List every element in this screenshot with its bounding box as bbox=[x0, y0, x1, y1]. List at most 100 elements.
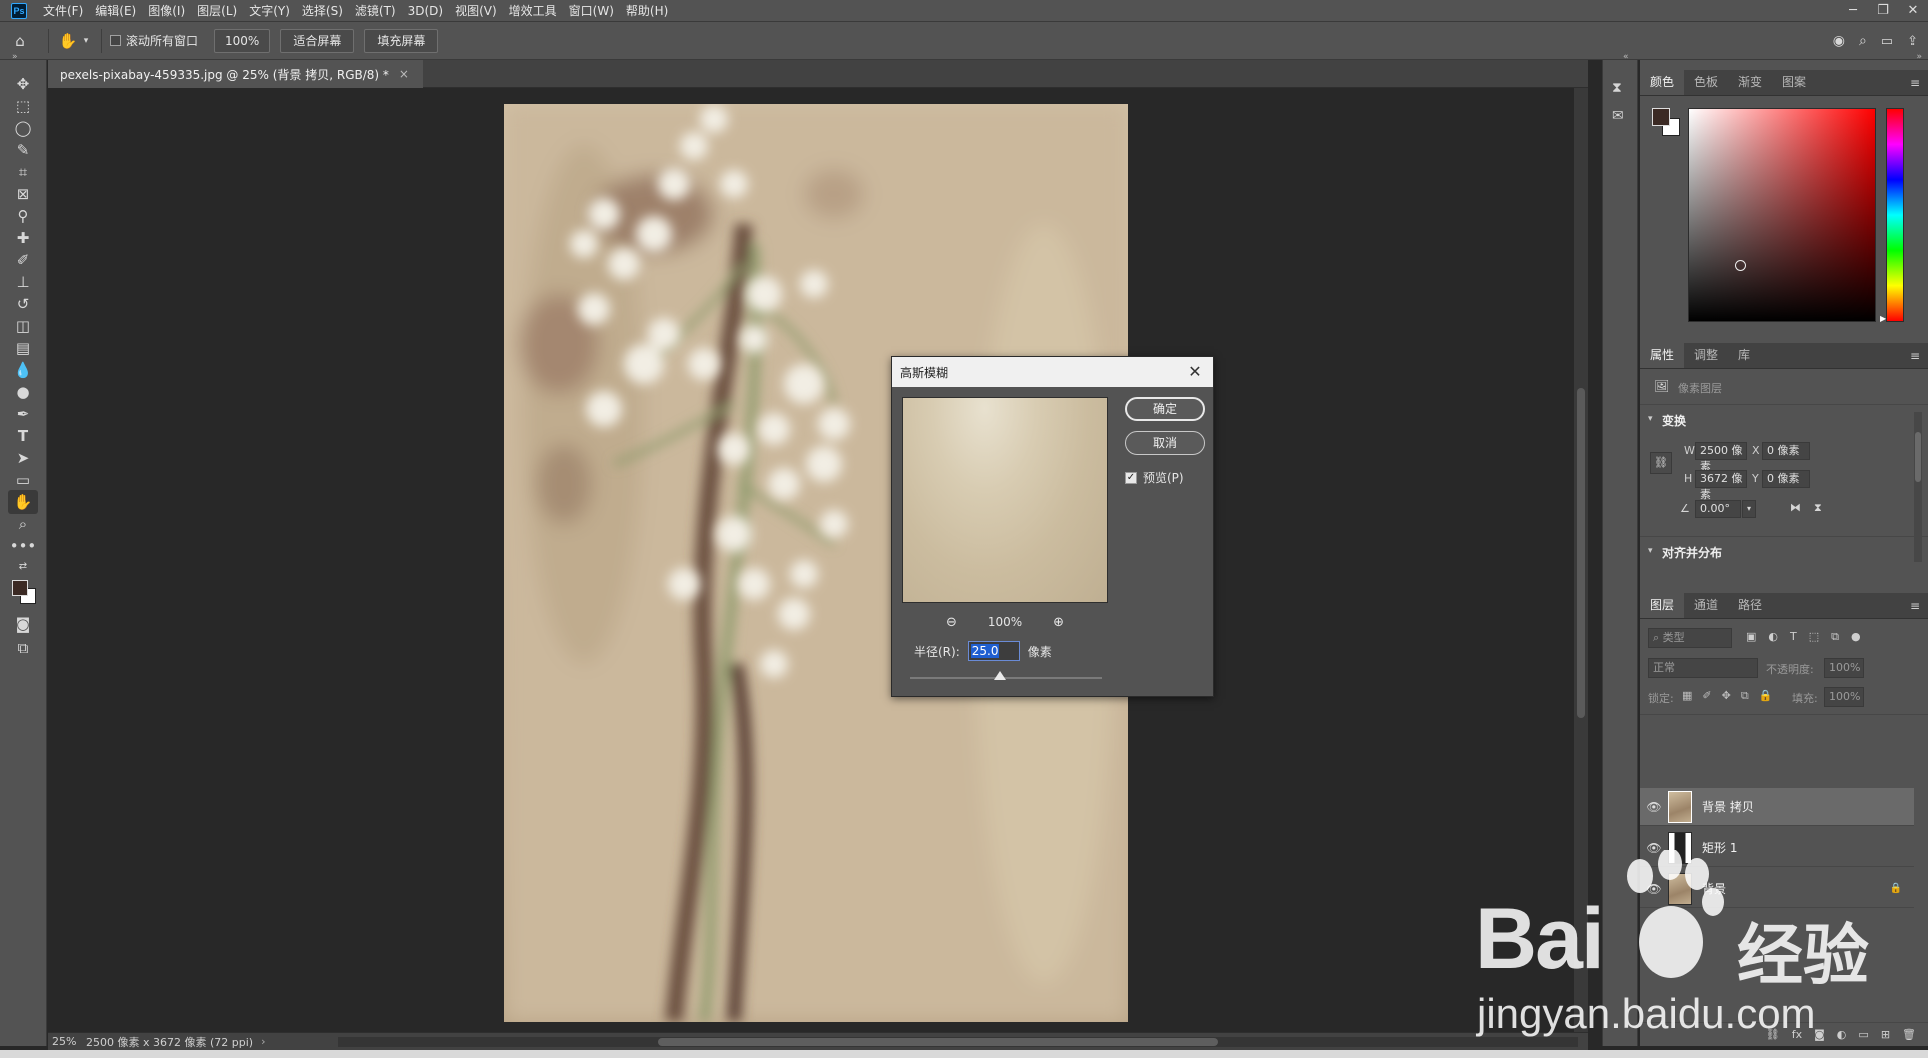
crop-tool-icon[interactable]: ⌗ bbox=[8, 160, 38, 184]
collapse-panels-icon[interactable]: » bbox=[1916, 52, 1922, 62]
foreground-color-swatch[interactable] bbox=[1652, 108, 1670, 126]
menu-type[interactable]: 文字(Y) bbox=[243, 0, 296, 22]
ok-button[interactable]: 确定 bbox=[1125, 397, 1205, 421]
menu-edit[interactable]: 编辑(E) bbox=[89, 0, 142, 22]
vertical-scroll-thumb[interactable] bbox=[1577, 388, 1585, 718]
panel-menu-icon[interactable]: ≡ bbox=[1910, 599, 1920, 613]
screen-mode-icon[interactable]: ⧉ bbox=[8, 636, 38, 660]
dialog-preview-window[interactable] bbox=[902, 397, 1108, 603]
radius-slider-handle[interactable] bbox=[994, 671, 1006, 680]
filter-smart-icon[interactable]: ⧉ bbox=[1831, 630, 1839, 644]
status-zoom[interactable]: 25% bbox=[48, 1035, 82, 1048]
menu-plugins[interactable]: 增效工具 bbox=[503, 0, 563, 22]
canvas-area[interactable] bbox=[48, 88, 1588, 1032]
share-icon[interactable]: ⇪ bbox=[1907, 34, 1918, 49]
menu-select[interactable]: 选择(S) bbox=[296, 0, 349, 22]
move-tool-icon[interactable]: ✥ bbox=[8, 72, 38, 96]
zoom-in-icon[interactable]: ⊕ bbox=[1053, 615, 1064, 630]
type-tool-icon[interactable]: T bbox=[8, 424, 38, 448]
menu-image[interactable]: 图像(I) bbox=[142, 0, 191, 22]
transform-section-title[interactable]: 变换 bbox=[1662, 412, 1686, 429]
eraser-tool-icon[interactable]: ◫ bbox=[8, 314, 38, 338]
fill-screen-button[interactable]: 填充屏幕 bbox=[364, 28, 439, 53]
search-icon[interactable]: ⌕ bbox=[1859, 33, 1867, 49]
user-search-icon[interactable]: ◉ bbox=[1833, 33, 1845, 49]
blend-mode-dropdown[interactable]: 正常 bbox=[1648, 658, 1758, 678]
workspace-icon[interactable]: ▭ bbox=[1881, 34, 1893, 49]
rectangle-tool-icon[interactable]: ▭ bbox=[8, 468, 38, 492]
gradient-tool-icon[interactable]: ▤ bbox=[8, 336, 38, 360]
menu-view[interactable]: 视图(V) bbox=[449, 0, 503, 22]
zoom-100-button[interactable]: 100% bbox=[214, 28, 271, 53]
fill-field[interactable]: 100% bbox=[1824, 687, 1864, 707]
menu-layer[interactable]: 图层(L) bbox=[191, 0, 243, 22]
layer-row-background-copy[interactable]: 👁 背景 拷贝 bbox=[1640, 788, 1914, 826]
horizontal-scrollbar[interactable] bbox=[338, 1037, 1578, 1047]
horizontal-scroll-thumb[interactable] bbox=[658, 1038, 1218, 1046]
filter-type-icon[interactable]: T bbox=[1790, 630, 1797, 644]
filter-shape-icon[interactable]: ⬚ bbox=[1809, 630, 1819, 644]
expand-panels-icon[interactable]: « bbox=[1623, 52, 1629, 62]
healing-brush-tool-icon[interactable]: ✚ bbox=[8, 226, 38, 250]
width-field[interactable]: 2500 像素 bbox=[1695, 442, 1747, 473]
lasso-tool-icon[interactable]: ◯ bbox=[8, 116, 38, 140]
dodge-tool-icon[interactable]: ● bbox=[8, 380, 38, 404]
angle-dropdown-icon[interactable]: ▾ bbox=[1742, 500, 1756, 518]
link-dimensions-icon[interactable]: ⛓ bbox=[1650, 452, 1672, 474]
document-tab[interactable]: pexels-pixabay-459335.jpg @ 25% (背景 拷贝, … bbox=[48, 60, 423, 88]
menu-help[interactable]: 帮助(H) bbox=[620, 0, 674, 22]
layer-filter-dropdown[interactable]: ⌕ 类型 bbox=[1648, 628, 1732, 648]
menu-3d[interactable]: 3D(D) bbox=[402, 0, 449, 22]
home-icon[interactable]: ⌂ bbox=[0, 32, 40, 50]
panel-menu-icon[interactable]: ≡ bbox=[1910, 76, 1920, 90]
pen-tool-icon[interactable]: ✒ bbox=[8, 402, 38, 426]
x-field[interactable]: 0 像素 bbox=[1762, 442, 1810, 460]
foreground-color-swatch[interactable] bbox=[12, 580, 28, 596]
collapse-toolbar-icon[interactable]: » bbox=[12, 52, 18, 62]
hand-tool-icon[interactable]: ✋ bbox=[8, 490, 38, 514]
panel-menu-icon[interactable]: ≡ bbox=[1910, 349, 1920, 363]
restore-button[interactable]: ❐ bbox=[1868, 0, 1898, 22]
scroll-all-checkbox[interactable] bbox=[110, 35, 121, 46]
menu-file[interactable]: 文件(F) bbox=[37, 0, 89, 22]
lock-artboard-icon[interactable]: ⧉ bbox=[1741, 689, 1749, 703]
frame-tool-icon[interactable]: ⊠ bbox=[8, 182, 38, 206]
opacity-field[interactable]: 100% bbox=[1824, 658, 1864, 678]
properties-scrollbar[interactable] bbox=[1914, 412, 1922, 562]
align-section-title[interactable]: 对齐并分布 bbox=[1662, 544, 1722, 561]
lock-all-icon[interactable]: 🔒 bbox=[1759, 689, 1773, 703]
tab-libraries[interactable]: 库 bbox=[1728, 342, 1760, 368]
tab-swatches[interactable]: 色板 bbox=[1684, 69, 1728, 95]
close-tab-icon[interactable]: × bbox=[399, 67, 409, 81]
zoom-tool-icon[interactable]: ⌕ bbox=[8, 512, 38, 536]
quick-select-tool-icon[interactable]: ✎ bbox=[8, 138, 38, 162]
dialog-close-icon[interactable]: ✕ bbox=[1183, 360, 1207, 384]
radius-slider[interactable] bbox=[910, 671, 1102, 680]
tab-patterns[interactable]: 图案 bbox=[1772, 69, 1816, 95]
tab-paths[interactable]: 路径 bbox=[1728, 592, 1772, 618]
filter-toggle-icon[interactable]: ● bbox=[1851, 630, 1861, 644]
menu-window[interactable]: 窗口(W) bbox=[563, 0, 620, 22]
filter-pixel-icon[interactable]: ▣ bbox=[1746, 630, 1756, 644]
chevron-down-icon[interactable]: ▾ bbox=[1648, 546, 1653, 556]
tab-properties[interactable]: 属性 bbox=[1640, 342, 1685, 368]
tab-adjustments[interactable]: 调整 bbox=[1684, 342, 1728, 368]
lock-position-icon[interactable]: ✥ bbox=[1722, 689, 1731, 703]
properties-scroll-thumb[interactable] bbox=[1915, 432, 1921, 482]
quick-mask-icon[interactable]: ◙ bbox=[8, 612, 38, 636]
tab-color[interactable]: 颜色 bbox=[1640, 69, 1685, 95]
status-expand-icon[interactable]: › bbox=[253, 1035, 265, 1048]
layer-name[interactable]: 背景 拷贝 bbox=[1702, 798, 1754, 815]
brush-tool-icon[interactable]: ✐ bbox=[8, 248, 38, 272]
close-window-button[interactable]: ✕ bbox=[1898, 0, 1928, 22]
fit-screen-button[interactable]: 适合屏幕 bbox=[280, 28, 355, 53]
filter-adjustment-icon[interactable]: ◐ bbox=[1768, 630, 1778, 644]
history-brush-tool-icon[interactable]: ↺ bbox=[8, 292, 38, 316]
color-picker-field[interactable] bbox=[1688, 108, 1876, 322]
tab-gradients[interactable]: 渐变 bbox=[1728, 69, 1772, 95]
hue-slider-handle-icon[interactable]: ▶ bbox=[1880, 314, 1886, 323]
lock-transparency-icon[interactable]: ▦ bbox=[1682, 689, 1692, 703]
preview-checkbox[interactable]: ✓ bbox=[1125, 471, 1137, 484]
eyedropper-tool-icon[interactable]: ⚲ bbox=[8, 204, 38, 228]
chevron-down-icon[interactable]: ▾ bbox=[79, 36, 93, 46]
